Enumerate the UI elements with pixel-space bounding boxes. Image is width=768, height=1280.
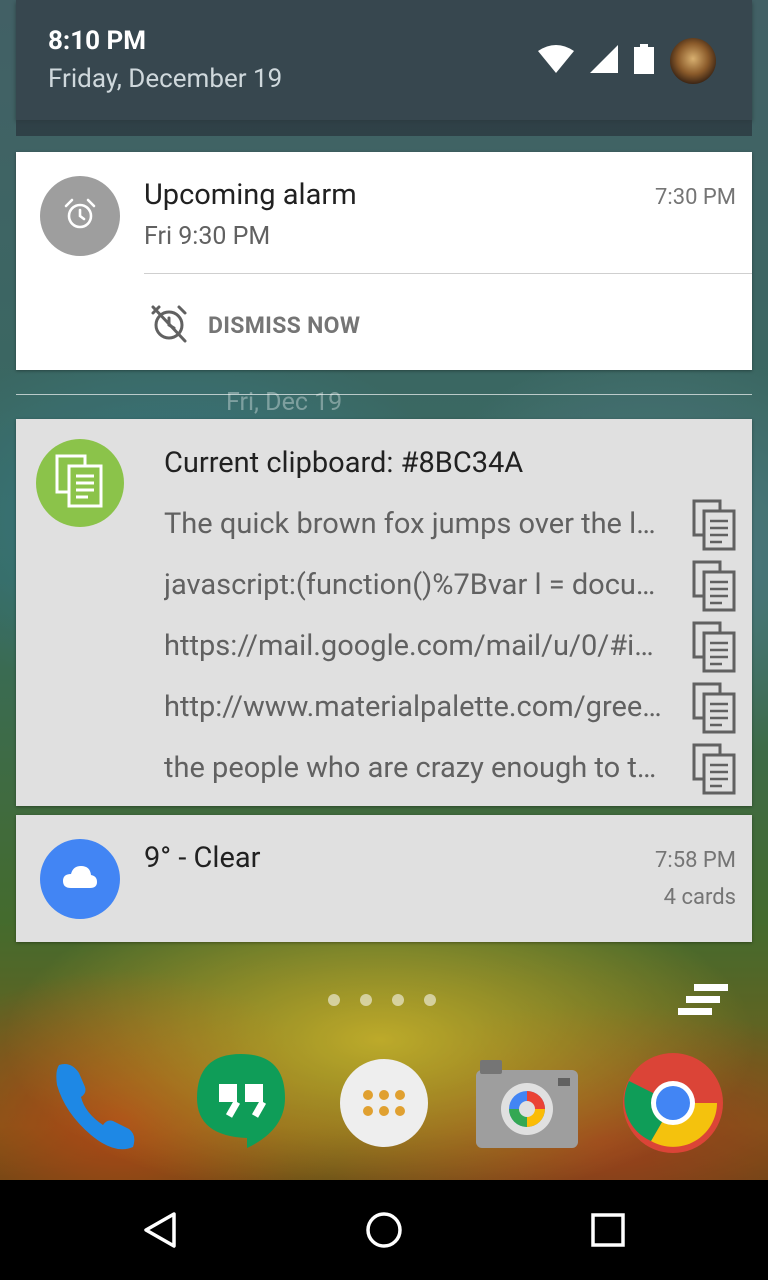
clipboard-icon <box>55 454 105 512</box>
wifi-icon <box>538 45 574 77</box>
status-icons <box>538 38 716 84</box>
clipboard-notification[interactable]: Current clipboard: #8BC34A The quick bro… <box>16 419 752 806</box>
page-dot <box>392 994 404 1006</box>
header-shelf <box>16 120 752 136</box>
clipboard-item[interactable]: The quick brown fox jumps over the lazy … <box>164 499 736 555</box>
copy-icon[interactable] <box>692 621 736 677</box>
clipboard-item-text: http://www.materialpalette.com/green/lig… <box>164 690 664 724</box>
back-button[interactable] <box>120 1200 200 1260</box>
recents-button[interactable] <box>568 1200 648 1260</box>
alarm-title: Upcoming alarm <box>144 178 357 212</box>
camera-app-icon[interactable] <box>474 1050 580 1156</box>
alarm-timestamp: 7:30 PM <box>655 185 736 210</box>
clipboard-item[interactable]: the people who are crazy enough to think… <box>164 743 736 799</box>
dismiss-now-label: DISMISS NOW <box>208 311 361 339</box>
avatar[interactable] <box>670 38 716 84</box>
page-indicator <box>328 994 436 1006</box>
alarm-notification[interactable]: Upcoming alarm Fri 9:30 PM 7:30 PM DISMI… <box>16 152 752 370</box>
app-dock <box>0 1040 768 1180</box>
copy-icon[interactable] <box>692 682 736 738</box>
clipboard-item-text: the people who are crazy enough to think… <box>164 751 664 785</box>
copy-icon[interactable] <box>692 560 736 616</box>
copy-icon[interactable] <box>692 499 736 555</box>
alarm-icon <box>63 197 97 235</box>
home-button[interactable] <box>344 1200 424 1260</box>
clipboard-title: Current clipboard: #8BC34A <box>164 446 524 480</box>
clipboard-item[interactable]: http://www.materialpalette.com/green/lig… <box>164 682 736 738</box>
dismiss-now-button[interactable]: DISMISS NOW <box>148 302 360 348</box>
divider <box>144 273 752 274</box>
ghost-date-label: Fri, Dec 19 <box>226 388 343 417</box>
weather-card-count: 4 cards <box>663 885 736 910</box>
clipboard-item[interactable]: https://mail.google.com/mail/u/0/#inbox <box>164 621 736 677</box>
clipboard-item-text: https://mail.google.com/mail/u/0/#inbox <box>164 629 664 663</box>
weather-notification[interactable]: 9° - Clear 7:58 PM 4 cards <box>16 815 752 942</box>
cloud-icon <box>62 865 98 893</box>
alarm-off-icon <box>148 302 190 348</box>
copy-icon[interactable] <box>692 743 736 799</box>
weather-timestamp: 7:58 PM <box>655 848 736 873</box>
page-dot <box>360 994 372 1006</box>
chrome-app-icon[interactable] <box>620 1050 726 1156</box>
navigation-bar <box>0 1180 768 1280</box>
page-dot <box>424 994 436 1006</box>
cell-signal-icon <box>590 45 618 77</box>
clipboard-icon-circle <box>36 439 124 527</box>
clipboard-item-text: The quick brown fox jumps over the lazy … <box>164 507 664 541</box>
alarm-subtitle: Fri 9:30 PM <box>144 222 271 251</box>
clipboard-item-text: javascript:(function()%7Bvar l = documen… <box>164 568 664 602</box>
battery-icon <box>634 44 654 78</box>
page-dot <box>328 994 340 1006</box>
notification-header: 8:10 PM Friday, December 19 <box>16 0 752 120</box>
hangouts-app-icon[interactable] <box>188 1050 294 1156</box>
phone-app-icon[interactable] <box>42 1050 148 1156</box>
date-label[interactable]: Friday, December 19 <box>48 64 282 94</box>
clipboard-item[interactable]: javascript:(function()%7Bvar l = documen… <box>164 560 736 616</box>
alarm-icon-circle <box>40 176 120 256</box>
app-drawer-icon[interactable] <box>331 1050 437 1156</box>
section-divider <box>16 394 752 395</box>
clock-time: 8:10 PM <box>48 26 147 56</box>
weather-title: 9° - Clear <box>144 841 261 875</box>
clear-all-button[interactable] <box>676 982 730 1022</box>
weather-icon-circle <box>40 839 120 919</box>
